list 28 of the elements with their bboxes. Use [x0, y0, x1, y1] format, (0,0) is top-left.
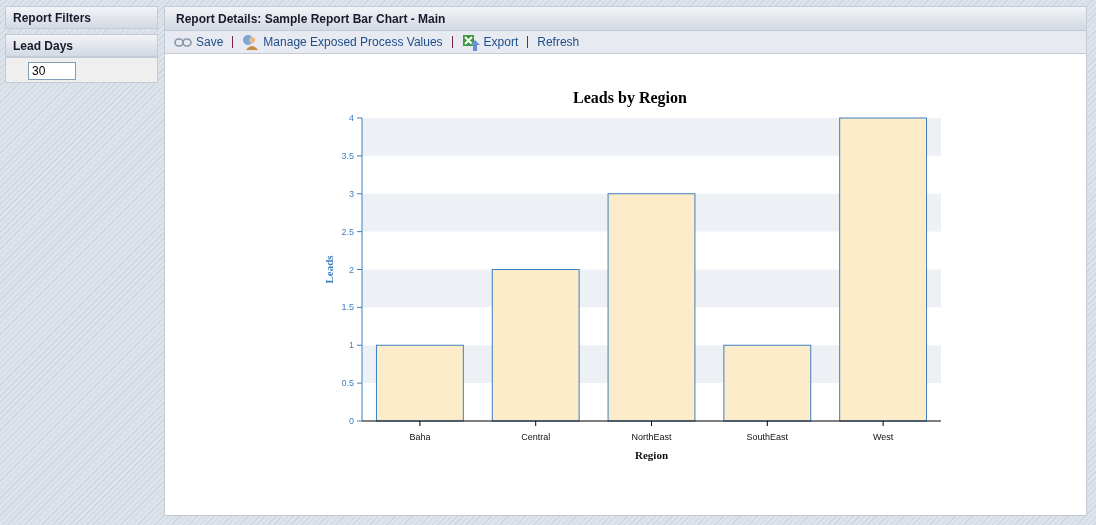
- y-tick-label: 3.5: [341, 150, 354, 161]
- y-tick-label: 1: [349, 340, 354, 351]
- x-tick-label: Central: [521, 432, 551, 442]
- x-tick-label: SouthEast: [746, 432, 789, 442]
- y-tick-label: 0.5: [341, 378, 354, 389]
- x-tick-label: West: [872, 432, 894, 442]
- y-tick-label: 1.5: [341, 302, 354, 313]
- toolbar-link[interactable]: Manage Exposed Process Values: [263, 35, 443, 49]
- export-icon: [461, 33, 480, 51]
- y-tick-label: 0: [349, 416, 354, 426]
- toolbar-link[interactable]: Export: [483, 35, 519, 49]
- y-tick-label: 3: [349, 188, 354, 199]
- y-tick-label: 2.5: [341, 226, 354, 237]
- x-tick-label: NorthEast: [631, 432, 672, 442]
- person-icon: [242, 34, 260, 50]
- panel-title: Report Details: Sample Report Bar Chart - Main: [176, 11, 446, 26]
- y-axis-title: Leads: [323, 255, 335, 284]
- y-tick-label: 2: [349, 264, 354, 275]
- chain-link-icon: [174, 37, 192, 47]
- chart-title: Leads by Region: [573, 89, 687, 106]
- y-tick-label: 4: [349, 113, 354, 123]
- x-tick-label: Baha: [409, 432, 431, 442]
- panel-title: Report Filters: [13, 10, 91, 25]
- toolbar-link[interactable]: Save: [196, 35, 224, 49]
- input-field[interactable]: 30: [28, 62, 76, 80]
- x-axis-title: Region: [635, 449, 668, 461]
- toolbar-link[interactable]: Refresh: [537, 35, 580, 49]
- filter-label: Lead Days: [13, 38, 74, 53]
